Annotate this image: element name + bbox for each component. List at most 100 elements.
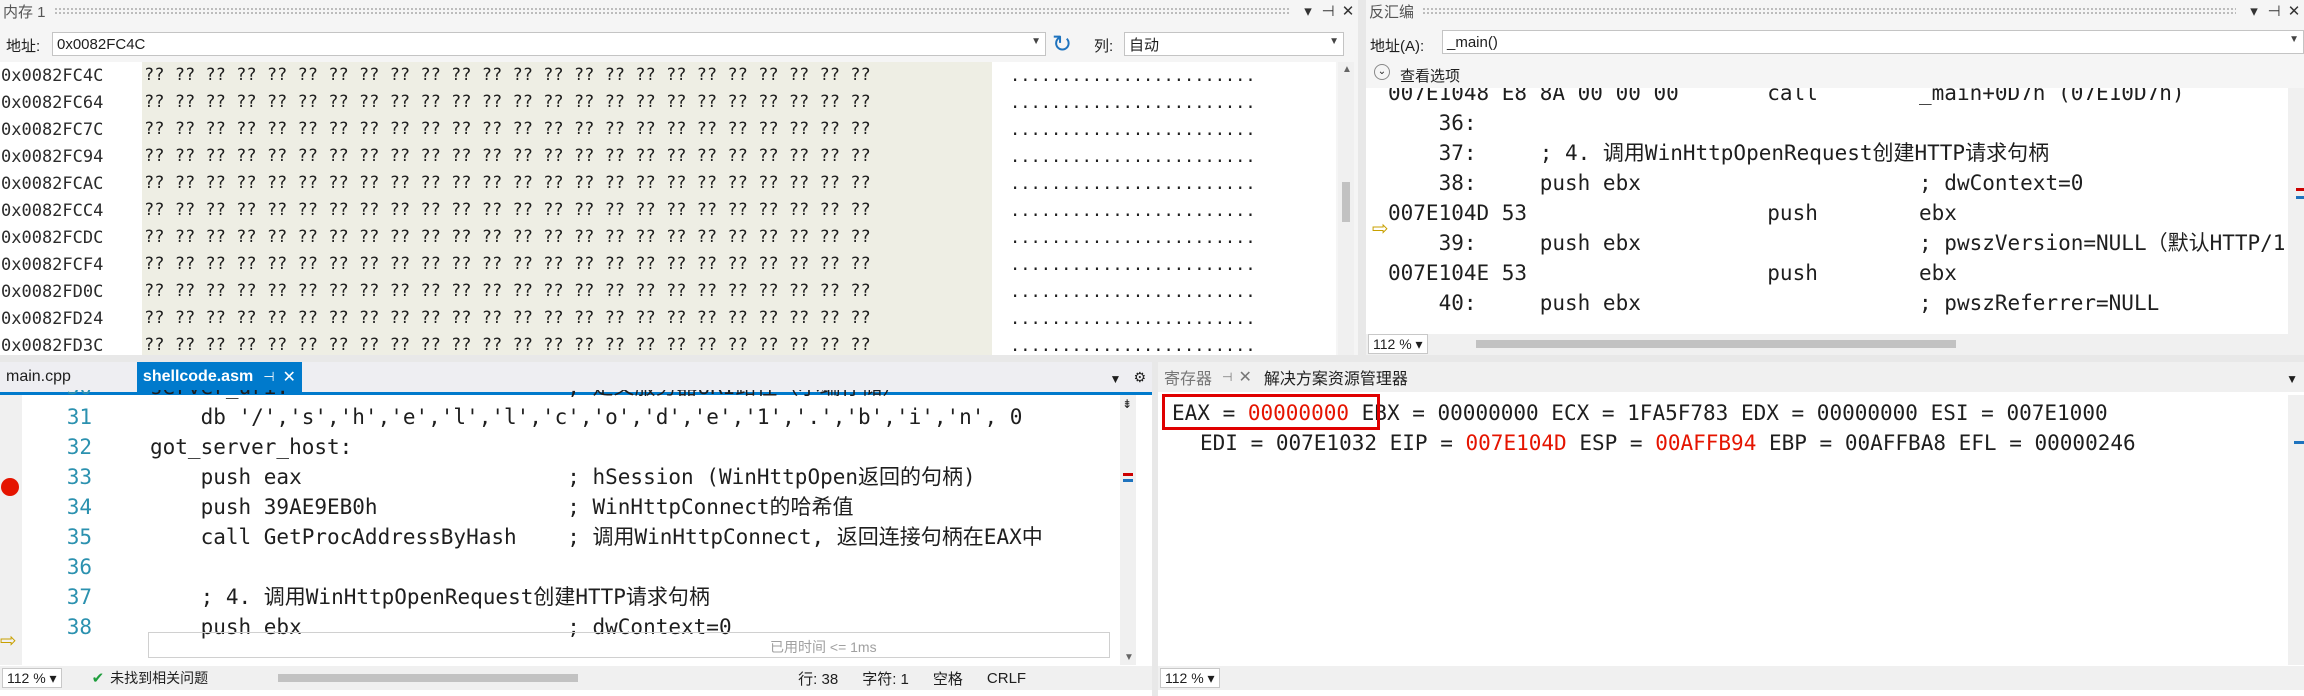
memory-row[interactable]: 0x0082FD3C ?? ?? ?? ?? ?? ?? ?? ?? ?? ?? … — [0, 332, 1256, 355]
eol-indicator[interactable]: CRLF — [987, 670, 1026, 687]
tab-main-cpp[interactable]: main.cpp — [0, 362, 77, 392]
code-line[interactable]: 33 push eax ; hSession (WinHttpOpen返回的句柄… — [0, 462, 1120, 492]
scroll-thumb[interactable] — [1342, 182, 1350, 222]
pin-icon[interactable]: ⊣ — [2264, 2, 2284, 20]
memory-ascii[interactable]: ........................ — [992, 147, 1256, 167]
memory-hex-bytes[interactable]: ?? ?? ?? ?? ?? ?? ?? ?? ?? ?? ?? ?? ?? ?… — [142, 251, 992, 278]
memory-hex-bytes[interactable]: ?? ?? ?? ?? ?? ?? ?? ?? ?? ?? ?? ?? ?? ?… — [142, 197, 992, 224]
memory-ascii[interactable]: ........................ — [992, 309, 1256, 329]
tab-shellcode-asm[interactable]: shellcode.asm ⊣ ✕ — [136, 362, 302, 392]
code-text[interactable]: call GetProcAddressByHash ; 调用WinHttpCon… — [150, 522, 1043, 552]
memory-row[interactable]: 0x0082FC4C ?? ?? ?? ?? ?? ?? ?? ?? ?? ?? … — [0, 62, 1256, 89]
chevron-down-icon[interactable]: ▼ — [1031, 36, 1041, 47]
disasm-line[interactable]: 007E104E 53 push ebx — [1388, 258, 1957, 288]
refresh-icon[interactable]: ↻ — [1052, 30, 1072, 59]
expand-icon[interactable]: ⌄ — [1374, 64, 1390, 80]
line-indicator[interactable]: 行: 38 — [798, 668, 838, 689]
editor-zoom[interactable]: 112 % ▾ — [2, 668, 62, 688]
chevron-down-icon[interactable]: ▼ — [2289, 34, 2299, 45]
registers-scrollbar[interactable] — [2288, 395, 2304, 665]
scroll-up-icon[interactable]: ▲ — [1342, 64, 1352, 75]
memory-row[interactable]: 0x0082FCC4 ?? ?? ?? ?? ?? ?? ?? ?? ?? ?? … — [0, 197, 1256, 224]
breakpoint-icon[interactable] — [1, 478, 19, 496]
scroll-down-icon[interactable]: ▼ — [1124, 652, 1134, 663]
code-text[interactable]: db '/','s','h','e','l','l','c','o','d','… — [150, 402, 1023, 432]
registers-zoom[interactable]: 112 % ▾ — [1160, 668, 1220, 688]
code-line[interactable]: 37 ; 4. 调用WinHttpOpenRequest创建HTTP请求句柄 — [0, 582, 1120, 612]
indent-indicator[interactable]: 空格 — [933, 668, 963, 689]
memory-row[interactable]: 0x0082FC7C ?? ?? ?? ?? ?? ?? ?? ?? ?? ?? … — [0, 116, 1256, 143]
memory-row[interactable]: 0x0082FCDC ?? ?? ?? ?? ?? ?? ?? ?? ?? ?? … — [0, 224, 1256, 251]
memory-hex-bytes[interactable]: ?? ?? ?? ?? ?? ?? ?? ?? ?? ?? ?? ?? ?? ?… — [142, 170, 992, 197]
code-text[interactable]: push 39AE9EB0h ; WinHttpConnect的哈希值 — [150, 492, 854, 522]
close-icon[interactable]: ✕ — [283, 367, 296, 387]
disasm-line[interactable]: 39: push ebx ; pwszVersion=NULL（默认HTTP/1… — [1388, 228, 2290, 258]
split-icon[interactable]: ⇟ — [1122, 397, 1132, 411]
disasm-line[interactable]: 37: ; 4. 调用WinHttpOpenRequest创建HTTP请求句柄 — [1388, 138, 2050, 168]
chevron-down-icon[interactable]: ▼ — [1329, 36, 1339, 47]
memory-ascii[interactable]: ........................ — [992, 201, 1256, 221]
pin-icon[interactable]: ⊣ — [263, 369, 274, 385]
tab-dropdown-icon[interactable]: ▼ — [1104, 372, 1128, 392]
vertical-splitter[interactable] — [1152, 362, 1158, 696]
code-lines[interactable]: 30server_uri: ; 定义服务器URI路径（小端存储）31 db '/… — [0, 390, 1120, 665]
memory-ascii[interactable]: ........................ — [992, 93, 1256, 113]
close-icon[interactable]: ✕ — [1238, 367, 1251, 387]
code-line[interactable]: 35 call GetProcAddressByHash ; 调用WinHttp… — [0, 522, 1120, 552]
tab-dropdown-icon[interactable]: ▼ — [2280, 372, 2304, 392]
tab-solution-explorer[interactable]: 解决方案资源管理器 — [1258, 362, 1414, 392]
memory-ascii[interactable]: ........................ — [992, 336, 1256, 356]
pin-icon[interactable]: ⊣ — [1318, 2, 1338, 20]
code-line[interactable]: 34 push 39AE9EB0h ; WinHttpConnect的哈希值 — [0, 492, 1120, 522]
code-line[interactable]: 31 db '/','s','h','e','l','l','c','o','d… — [0, 402, 1120, 432]
disasm-address-input[interactable]: _main() ▼ — [1442, 30, 2304, 54]
code-line[interactable]: 32 got_server_host: — [0, 432, 1120, 462]
disasm-scrollbar[interactable] — [2288, 88, 2304, 334]
gear-icon[interactable]: ⚙ — [1127, 369, 1152, 392]
vertical-splitter[interactable] — [1358, 0, 1366, 355]
code-line[interactable]: 36 — [0, 552, 1120, 582]
code-text[interactable]: ; 4. 调用WinHttpOpenRequest创建HTTP请求句柄 — [150, 582, 710, 612]
memory-ascii[interactable]: ........................ — [992, 174, 1256, 194]
memory-ascii[interactable]: ........................ — [992, 228, 1256, 248]
code-text[interactable]: server_uri: ; 定义服务器URI路径（小端存储） — [150, 390, 903, 402]
disasm-line[interactable]: 36: — [1388, 108, 1477, 138]
close-icon[interactable]: ✕ — [2284, 2, 2304, 20]
hscroll-thumb[interactable] — [278, 674, 579, 682]
memory-hex-bytes[interactable]: ?? ?? ?? ?? ?? ?? ?? ?? ?? ?? ?? ?? ?? ?… — [142, 143, 992, 170]
dropdown-icon[interactable]: ▾ — [1298, 2, 1318, 20]
disasm-line[interactable]: 007E104D 53 push ebx — [1388, 198, 1957, 228]
memory-hex-bytes[interactable]: ?? ?? ?? ?? ?? ?? ?? ?? ?? ?? ?? ?? ?? ?… — [142, 278, 992, 305]
memory-address-input[interactable]: 0x0082FC4C ▼ — [52, 32, 1046, 56]
columns-select[interactable]: 自动 ▼ — [1124, 32, 1344, 56]
horizontal-splitter[interactable] — [0, 355, 2304, 362]
memory-ascii[interactable]: ........................ — [992, 282, 1256, 302]
code-text[interactable]: push eax ; hSession (WinHttpOpen返回的句柄) — [150, 462, 976, 492]
code-text[interactable]: got_server_host: — [150, 432, 352, 462]
memory-hex-bytes[interactable]: ?? ?? ?? ?? ?? ?? ?? ?? ?? ?? ?? ?? ?? ?… — [142, 89, 992, 116]
memory-row[interactable]: 0x0082FCAC ?? ?? ?? ?? ?? ?? ?? ?? ?? ?? … — [0, 170, 1256, 197]
memory-hex-bytes[interactable]: ?? ?? ?? ?? ?? ?? ?? ?? ?? ?? ?? ?? ?? ?… — [142, 305, 992, 332]
disasm-hscroll[interactable] — [1456, 337, 2286, 351]
editor-hscroll[interactable] — [258, 671, 759, 685]
memory-row[interactable]: 0x0082FC64 ?? ?? ?? ?? ?? ?? ?? ?? ?? ?? … — [0, 89, 1256, 116]
memory-ascii[interactable]: ........................ — [992, 66, 1256, 86]
disasm-zoom[interactable]: 112 % ▾ — [1368, 334, 1428, 354]
disasm-line[interactable]: 007E1048 E8 8A 00 00 00 call _main+0D7h … — [1388, 88, 2185, 108]
char-indicator[interactable]: 字符: 1 — [862, 668, 909, 689]
disasm-line[interactable]: 40: push ebx ; pwszReferrer=NULL — [1388, 288, 2160, 318]
hscroll-thumb[interactable] — [1476, 340, 1956, 348]
editor-scrollbar[interactable]: ⇟ ▼ — [1120, 395, 1136, 665]
memory-row[interactable]: 0x0082FD24 ?? ?? ?? ?? ?? ?? ?? ?? ?? ?? … — [0, 305, 1256, 332]
issues-status[interactable]: 未找到相关问题 — [110, 668, 208, 688]
memory-hex-bytes[interactable]: ?? ?? ?? ?? ?? ?? ?? ?? ?? ?? ?? ?? ?? ?… — [142, 332, 992, 355]
memory-ascii[interactable]: ........................ — [992, 255, 1256, 275]
dropdown-icon[interactable]: ▾ — [2244, 2, 2264, 20]
pin-icon[interactable]: ⊣ — [1222, 370, 1232, 384]
memory-row[interactable]: 0x0082FCF4 ?? ?? ?? ?? ?? ?? ?? ?? ?? ?? … — [0, 251, 1256, 278]
memory-row[interactable]: 0x0082FC94 ?? ?? ?? ?? ?? ?? ?? ?? ?? ?? … — [0, 143, 1256, 170]
memory-hex-bytes[interactable]: ?? ?? ?? ?? ?? ?? ?? ?? ?? ?? ?? ?? ?? ?… — [142, 62, 992, 89]
memory-hex-bytes[interactable]: ?? ?? ?? ?? ?? ?? ?? ?? ?? ?? ?? ?? ?? ?… — [142, 224, 992, 251]
memory-ascii[interactable]: ........................ — [992, 120, 1256, 140]
memory-scrollbar[interactable]: ▲ — [1338, 62, 1354, 355]
